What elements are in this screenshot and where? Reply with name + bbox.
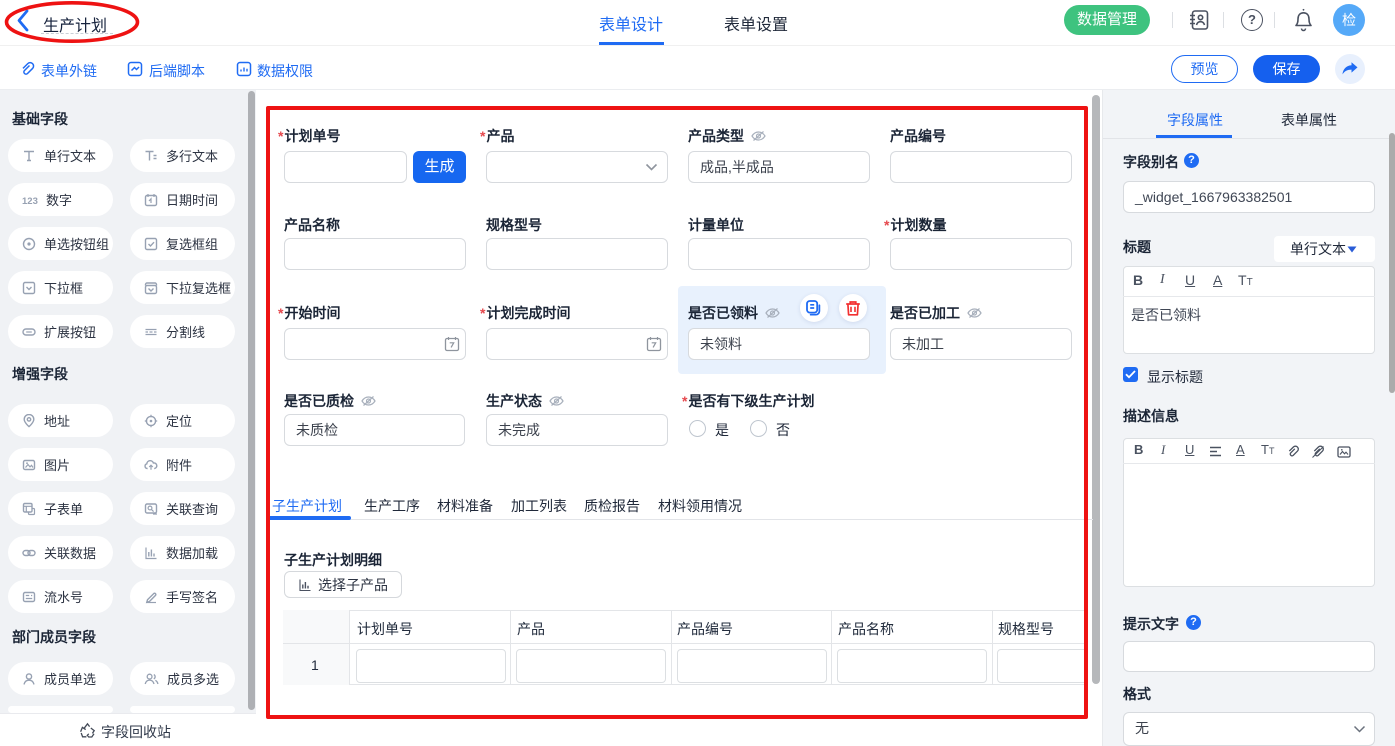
svg-text:123: 123 bbox=[22, 196, 38, 207]
